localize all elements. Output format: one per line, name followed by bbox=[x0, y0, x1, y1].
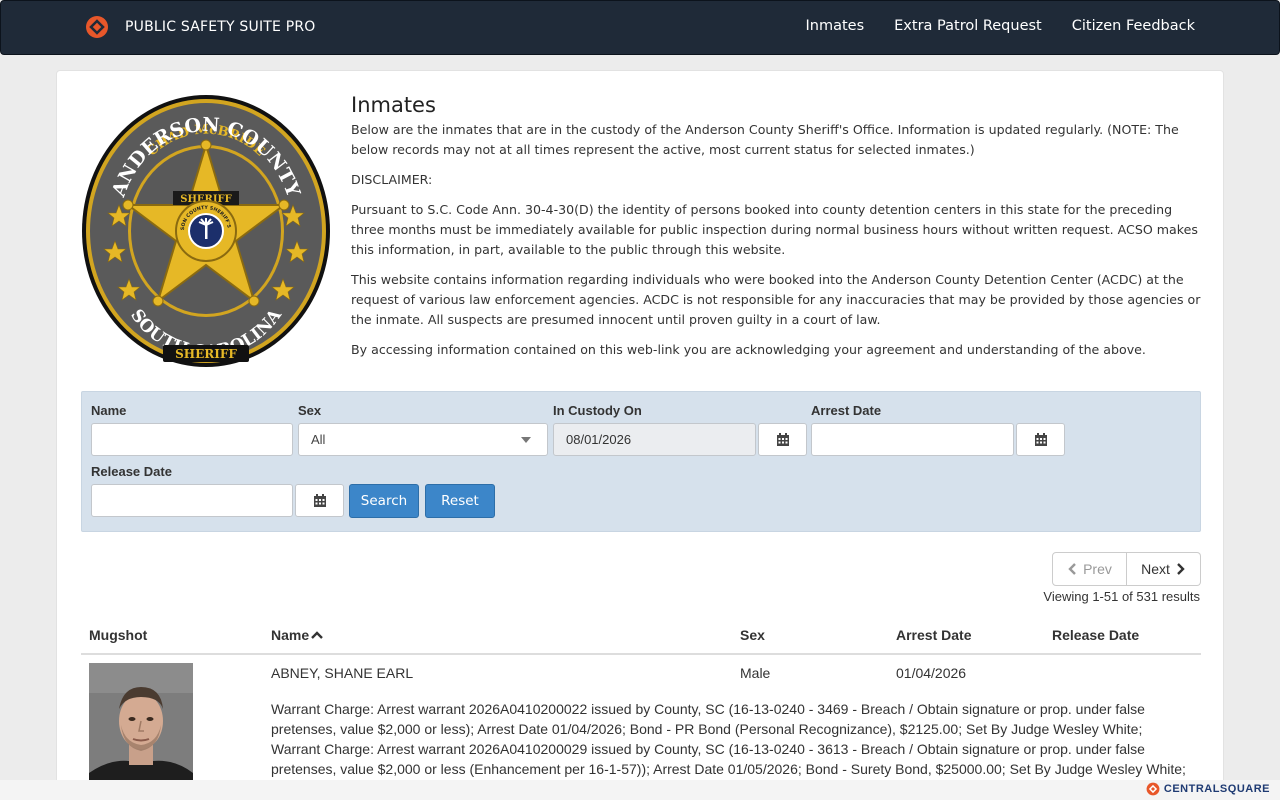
next-page-label: Next bbox=[1141, 561, 1170, 577]
search-button[interactable]: Search bbox=[349, 484, 419, 518]
centralsquare-logo-icon bbox=[1146, 782, 1160, 796]
inmate-charges: Warrant Charge: Arrest warrant 2026A0410… bbox=[271, 701, 1186, 777]
column-header-mugshot: Mugshot bbox=[89, 627, 148, 643]
column-header-release-date: Release Date bbox=[1052, 627, 1140, 643]
arrest-date-input[interactable] bbox=[811, 423, 1014, 456]
inmate-name[interactable]: ABNEY, SHANE EARL bbox=[271, 665, 413, 681]
calendar-icon bbox=[776, 432, 789, 446]
sort-ascending-icon bbox=[311, 631, 323, 639]
brand-logo-icon bbox=[86, 16, 108, 38]
seal-bottom-word: SHERIFF bbox=[175, 347, 237, 361]
release-date-label: Release Date bbox=[91, 464, 172, 479]
calendar-icon bbox=[313, 493, 326, 507]
disclaimer-paragraph-3: By accessing information contained on th… bbox=[351, 342, 1146, 357]
sheriff-seal-logo: SHERIFF ANDERSON COUNTY SHERIFF'S OFFICE… bbox=[81, 93, 330, 367]
sex-select-value: All bbox=[311, 432, 326, 447]
chevron-down-icon bbox=[521, 437, 531, 443]
disclaimer-heading: DISCLAIMER: bbox=[351, 172, 433, 187]
brand[interactable]: PUBLIC SAFETY SUITE PRO bbox=[85, 15, 316, 39]
chevron-left-icon bbox=[1068, 563, 1076, 575]
footer-bar: CENTRALSQUARE bbox=[0, 780, 1280, 800]
column-header-name[interactable]: Name bbox=[271, 627, 323, 643]
footer-brand: CENTRALSQUARE bbox=[1163, 783, 1270, 795]
arrest-calendar-button[interactable] bbox=[1016, 423, 1065, 456]
brand-name: PUBLIC SAFETY SUITE PRO bbox=[125, 19, 316, 35]
prev-page-label: Prev bbox=[1083, 561, 1112, 577]
release-calendar-button[interactable] bbox=[295, 484, 344, 517]
custody-calendar-button[interactable] bbox=[758, 423, 807, 456]
chevron-right-icon bbox=[1177, 563, 1185, 575]
nav-link-citizen-feedback[interactable]: Citizen Feedback bbox=[1072, 18, 1195, 34]
disclaimer-paragraph-1: Pursuant to S.C. Code Ann. 30-4-30(D) th… bbox=[351, 202, 1198, 257]
release-date-input[interactable] bbox=[91, 484, 293, 517]
intro-paragraph: Below are the inmates that are in the cu… bbox=[351, 122, 1179, 157]
next-page-button[interactable]: Next bbox=[1127, 552, 1201, 586]
name-input[interactable] bbox=[91, 423, 293, 456]
search-form: Name Sex All In Custody On 08/01/2026 Ar… bbox=[81, 391, 1201, 532]
column-header-arrest-date: Arrest Date bbox=[896, 627, 972, 643]
disclaimer-paragraph-2: This website contains information regard… bbox=[351, 272, 1201, 327]
pagination: Prev Next bbox=[1052, 552, 1201, 586]
arrest-date-label: Arrest Date bbox=[811, 403, 882, 418]
nav-link-extra-patrol[interactable]: Extra Patrol Request bbox=[894, 18, 1042, 34]
calendar-icon bbox=[1034, 432, 1047, 446]
custody-date-input[interactable]: 08/01/2026 bbox=[553, 423, 756, 456]
custody-label: In Custody On bbox=[553, 403, 642, 418]
table-header-divider bbox=[81, 653, 1201, 655]
sex-select[interactable]: All bbox=[298, 423, 548, 456]
intro-section: Inmates Below are the inmates that are i… bbox=[351, 93, 1203, 370]
sex-label: Sex bbox=[298, 403, 322, 418]
name-label: Name bbox=[91, 403, 127, 418]
top-navbar: PUBLIC SAFETY SUITE PRO Inmates Extra Pa… bbox=[0, 0, 1280, 55]
inmate-sex: Male bbox=[740, 665, 771, 681]
nav-link-inmates[interactable]: Inmates bbox=[806, 18, 865, 34]
inmate-arrest-date: 01/04/2026 bbox=[896, 665, 967, 681]
centralsquare-logo: CENTRALSQUARE bbox=[1146, 782, 1270, 796]
reset-button[interactable]: Reset bbox=[425, 484, 495, 518]
column-header-sex: Sex bbox=[740, 627, 765, 643]
results-count: Viewing 1-51 of 531 results bbox=[1043, 589, 1200, 604]
nav-links: Inmates Extra Patrol Request Citizen Fee… bbox=[776, 18, 1196, 34]
prev-page-button[interactable]: Prev bbox=[1052, 552, 1127, 586]
page-title: Inmates bbox=[351, 93, 436, 117]
column-header-name-label: Name bbox=[271, 627, 310, 643]
main-panel: SHERIFF ANDERSON COUNTY SHERIFF'S OFFICE… bbox=[56, 70, 1224, 800]
